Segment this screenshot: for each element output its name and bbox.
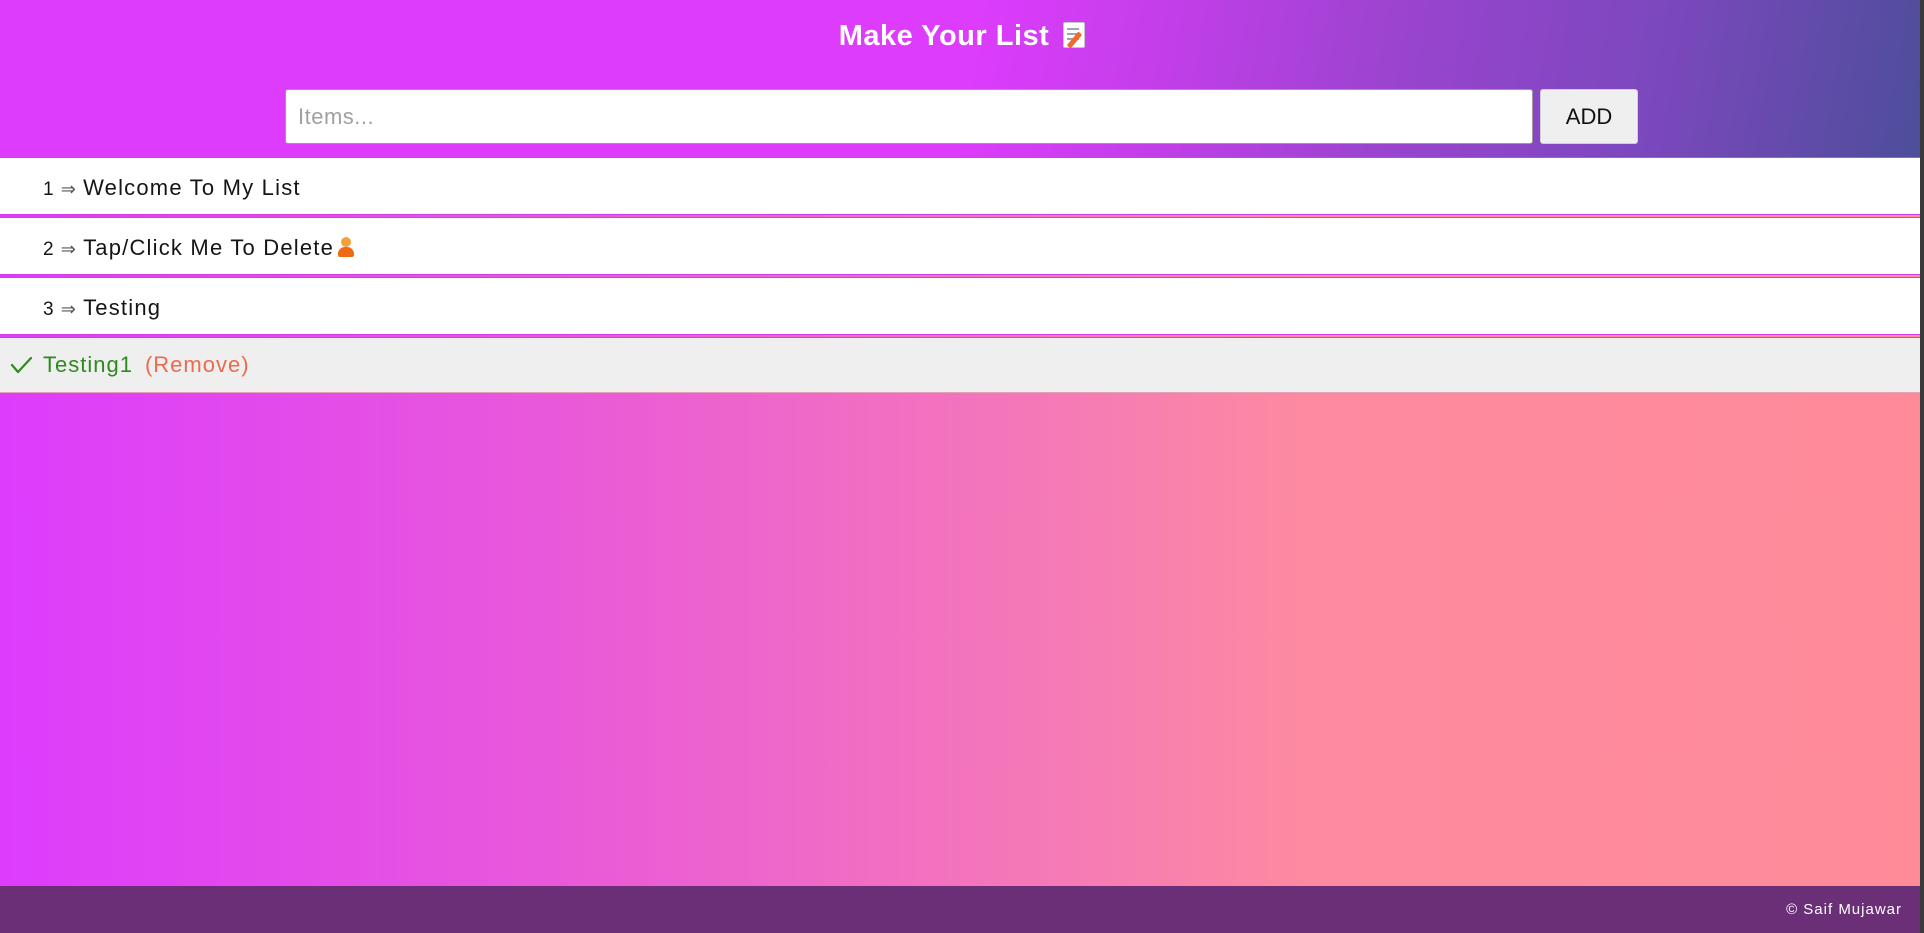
- list-item[interactable]: 2 ⇒ Tap/Click Me To Delete: [0, 217, 1924, 275]
- person-icon: [338, 237, 355, 257]
- list-item-number: 1: [43, 179, 55, 200]
- list-item-label: Testing: [83, 295, 162, 320]
- footer: © Saif Mujawar: [0, 886, 1924, 933]
- arrow-icon: ⇒: [60, 179, 78, 199]
- completed-item-text: Testing1 (Remove): [43, 352, 250, 378]
- arrow-icon: ⇒: [60, 299, 78, 319]
- copyright-text: © Saif Mujawar: [1786, 901, 1902, 918]
- completed-item: Testing1 (Remove): [0, 337, 1924, 393]
- list-item-number: 3: [43, 299, 55, 320]
- page-title-text: Make Your List: [838, 20, 1050, 52]
- list-item-label: Tap/Click Me To Delete: [83, 235, 335, 260]
- list-item-text: 3 ⇒ Testing: [43, 295, 161, 321]
- arrow-icon: ⇒: [60, 239, 78, 259]
- completed-item-label: Testing1: [43, 352, 133, 377]
- list-item-number: 2: [43, 239, 55, 260]
- item-input[interactable]: [285, 89, 1533, 144]
- page-title: Make Your List: [0, 20, 1924, 53]
- remove-link[interactable]: (Remove): [145, 352, 250, 377]
- scrollbar[interactable]: [1920, 0, 1924, 933]
- check-icon: [10, 356, 32, 374]
- list-item-text: 2 ⇒ Tap/Click Me To Delete: [43, 235, 355, 261]
- item-list: 1 ⇒ Welcome To My List 2 ⇒ Tap/Click Me To D…: [0, 157, 1924, 393]
- list-item[interactable]: 1 ⇒ Welcome To My List: [0, 157, 1924, 215]
- memo-icon: [1063, 22, 1086, 48]
- header: Make Your List ADD: [0, 0, 1924, 157]
- list-item-label: Welcome To My List: [83, 175, 301, 200]
- list-item[interactable]: 3 ⇒ Testing: [0, 277, 1924, 335]
- add-button[interactable]: ADD: [1540, 89, 1638, 144]
- list-item-text: 1 ⇒ Welcome To My List: [43, 175, 301, 201]
